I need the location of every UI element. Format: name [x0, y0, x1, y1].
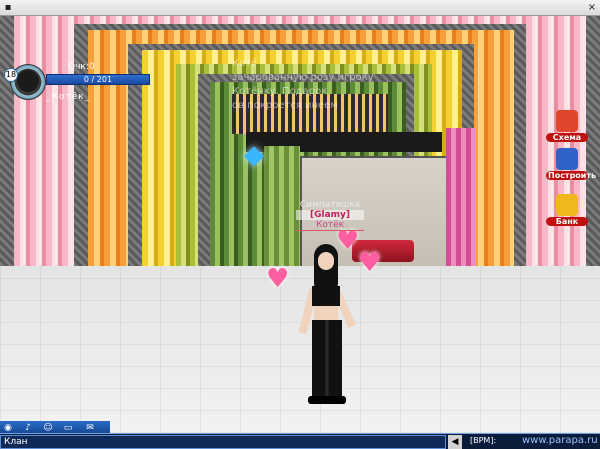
points-label: Очк:0: [68, 62, 95, 72]
avatar-nick: Котёк: [296, 220, 364, 231]
scheme-button[interactable]: Схема: [546, 110, 588, 150]
avatar-pants: [312, 320, 342, 398]
points-bar: 0 / 201: [46, 74, 150, 85]
bank-label: Банк: [546, 217, 588, 226]
player-avatar-icon[interactable]: [17, 70, 39, 92]
chat-bar: Клан ◀ [BPM]: www.parapa.ru: [0, 433, 600, 449]
avatar-belly: [314, 306, 338, 320]
avatar-shoes: [308, 396, 346, 404]
chat-message: Котё: [232, 58, 258, 69]
heart-icon[interactable]: ♥: [266, 266, 289, 292]
chat-message: зачарованную розу игроку: [232, 72, 374, 83]
site-url[interactable]: www.parapa.ru: [522, 435, 598, 446]
chat-input[interactable]: Клан: [0, 435, 446, 449]
speaker-icon[interactable]: ◀: [448, 435, 462, 449]
avatar-top: [312, 286, 340, 306]
bank-icon: [556, 194, 578, 216]
bank-button[interactable]: Банк: [546, 194, 588, 234]
heart-icon[interactable]: ♥: [358, 250, 381, 276]
avatar-status: Симпатяшка: [299, 200, 361, 210]
close-icon[interactable]: ×: [586, 2, 598, 14]
player-avatar[interactable]: [298, 244, 356, 404]
window-titlebar: ▪ ×: [0, 0, 600, 16]
player-name: _Котёк_: [46, 92, 91, 102]
game-scene[interactable]: ◆ ♥ ♥ ♥ Котё зачарованную розу игроку Ко…: [0, 16, 600, 433]
level-badge: 18: [4, 68, 18, 82]
app-menu-icon[interactable]: ▪: [2, 2, 14, 14]
chat-message: ов покроется инеем: [232, 100, 338, 111]
build-label: Построить: [546, 171, 597, 180]
avatar-face: [318, 252, 334, 270]
avatar-nametag[interactable]: Симпатяшка [Glamy] Котёк: [296, 200, 364, 231]
scheme-icon: [556, 110, 578, 132]
chat-message: Котёнку. Подарок: [232, 86, 328, 97]
avatar-clan: [Glamy]: [296, 210, 364, 220]
player-panel[interactable]: 18 Очк:0 0 / 201 _Котёк_: [2, 62, 162, 106]
build-button[interactable]: Построить: [546, 148, 597, 188]
build-icon: [556, 148, 578, 170]
bpm-label: [BPM]:: [470, 436, 497, 445]
scheme-label: Схема: [546, 133, 588, 142]
diamond-icon[interactable]: ◆: [244, 140, 264, 170]
